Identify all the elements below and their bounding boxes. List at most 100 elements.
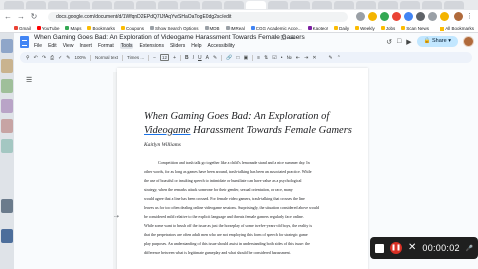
bookmark-item[interactable]: Kaoteo!	[307, 26, 328, 31]
bookmark-item[interactable]: YouTube	[36, 26, 59, 31]
bookmark-item[interactable]: Gmail	[14, 26, 31, 31]
menu-edit[interactable]: Edit	[48, 43, 57, 49]
browser-tab[interactable]	[180, 1, 200, 9]
spellcheck-icon[interactable]: ✓	[58, 55, 62, 61]
share-button[interactable]: 🔒 Share ▾	[416, 36, 458, 47]
collapse-toolbar-icon[interactable]: ⌃	[337, 55, 341, 61]
paint-format-icon[interactable]: ✎	[66, 55, 70, 61]
browser-tab[interactable]	[202, 1, 222, 9]
extension-icon[interactable]	[440, 12, 449, 21]
bookmark-item[interactable]: Weekly	[355, 26, 375, 31]
menu-sliders[interactable]: Sliders	[170, 43, 185, 49]
increase-font-icon[interactable]: +	[173, 55, 176, 61]
address-bar[interactable]: docs.google.com/document/d/1WfqnD2EPdQ7I…	[48, 12, 348, 22]
desktop-thumbnail[interactable]	[1, 139, 13, 153]
desktop-thumbnail[interactable]	[1, 79, 13, 93]
profile-icon[interactable]	[454, 12, 463, 21]
bookmark-item[interactable]: Scan News	[401, 26, 429, 31]
redo-icon[interactable]: ↷	[42, 55, 46, 61]
browser-tab[interactable]	[400, 1, 420, 9]
menu-help[interactable]: Help	[191, 43, 201, 49]
menu-accessibility[interactable]: Accessibility	[208, 43, 235, 49]
link-icon[interactable]: 🔗	[226, 55, 232, 61]
bookmark-item[interactable]: Jobs	[380, 26, 395, 31]
bookmark-item[interactable]: Coupons	[120, 26, 144, 31]
browser-tab[interactable]	[312, 1, 332, 9]
document-page[interactable]: When Gaming Goes Bad: An Exploration of …	[117, 68, 368, 269]
pause-recording-button[interactable]: ❚❚	[390, 242, 402, 254]
text-color-icon[interactable]: A	[206, 55, 209, 61]
print-icon[interactable]: ⎙	[50, 55, 54, 61]
checklist-icon[interactable]: ☑	[272, 55, 276, 61]
menu-tools[interactable]: Tools	[119, 43, 134, 49]
browser-tab[interactable]	[92, 1, 112, 9]
microphone-icon[interactable]: 🎤	[466, 245, 473, 252]
bulleted-list-icon[interactable]: •	[281, 55, 283, 61]
close-recording-button[interactable]: ✕	[408, 242, 416, 254]
undo-icon[interactable]: ↶	[34, 55, 38, 61]
menu-insert[interactable]: Insert	[79, 43, 92, 49]
numbered-list-icon[interactable]: №	[287, 55, 292, 61]
browser-tab[interactable]	[26, 1, 46, 9]
bold-icon[interactable]: B	[185, 55, 189, 61]
video-call-icon[interactable]: ▶	[406, 38, 411, 46]
decrease-font-icon[interactable]: −	[153, 55, 156, 61]
heading-spellcheck-word[interactable]: Videogame	[144, 125, 190, 136]
browser-tab[interactable]	[136, 1, 156, 9]
extension-icon[interactable]	[392, 12, 401, 21]
align-icon[interactable]: ≡	[257, 55, 260, 61]
browser-tab[interactable]	[224, 1, 244, 9]
move-folder-icon[interactable]: ◫	[280, 34, 286, 41]
menu-extensions[interactable]: Extensions	[139, 43, 163, 49]
menu-dots-icon[interactable]: ⋮	[466, 12, 475, 21]
browser-tab[interactable]	[4, 1, 24, 9]
menu-view[interactable]: View	[63, 43, 74, 49]
forward-icon[interactable]: →	[16, 12, 26, 22]
style-select[interactable]: Normal text	[95, 55, 118, 60]
browser-tab[interactable]	[158, 1, 178, 9]
menu-file[interactable]: File	[34, 43, 42, 49]
browser-tab[interactable]	[114, 1, 134, 9]
browser-tab[interactable]	[290, 1, 310, 9]
extension-icon[interactable]	[368, 12, 377, 21]
browser-tab[interactable]	[268, 1, 288, 9]
extension-icon[interactable]	[428, 12, 437, 21]
zoom-select[interactable]: 100%	[75, 55, 87, 60]
desktop-thumbnail[interactable]	[1, 99, 13, 113]
desktop-app-icon[interactable]	[1, 229, 13, 243]
comment-icon[interactable]: □	[236, 55, 239, 61]
clear-formatting-icon[interactable]: ✕	[312, 55, 316, 61]
desktop-thumbnail[interactable]	[1, 39, 13, 53]
browser-tab[interactable]	[378, 1, 398, 9]
browser-tab-active[interactable]	[246, 1, 266, 9]
extension-icon[interactable]	[404, 12, 413, 21]
extension-icon[interactable]	[416, 12, 425, 21]
highlight-icon[interactable]: ✎	[213, 55, 217, 61]
docs-logo-icon[interactable]	[20, 36, 29, 48]
avatar[interactable]	[463, 36, 474, 47]
star-icon[interactable]: ☆	[272, 34, 277, 41]
browser-tab[interactable]	[70, 1, 90, 9]
bookmark-item[interactable]: CGG Academic Acce...	[250, 26, 302, 31]
bookmark-item[interactable]: MDB	[204, 26, 220, 31]
font-select[interactable]: Times ...	[127, 55, 144, 60]
browser-tab[interactable]	[422, 1, 442, 9]
line-spacing-icon[interactable]: ⇅	[264, 55, 268, 61]
font-size-field[interactable]: 12	[160, 54, 170, 61]
desktop-app-icon[interactable]	[1, 199, 13, 213]
all-bookmarks[interactable]: All Bookmarks	[440, 24, 474, 32]
underline-icon[interactable]: U	[198, 55, 202, 61]
desktop-thumbnail[interactable]	[1, 59, 13, 73]
browser-tab[interactable]	[334, 1, 354, 9]
history-icon[interactable]: ↺	[386, 38, 392, 46]
italic-icon[interactable]: I	[193, 55, 194, 61]
indent-increase-icon[interactable]: ⇥	[304, 55, 308, 61]
document-outline-icon[interactable]: ☰	[26, 76, 32, 84]
image-icon[interactable]: ▣	[243, 55, 248, 61]
bookmark-item[interactable]: Maps	[65, 26, 81, 31]
editing-mode-icon[interactable]: ✎	[329, 55, 333, 61]
menu-format[interactable]: Format	[98, 43, 114, 49]
search-menus-icon[interactable]: ⚲	[26, 55, 30, 61]
document-title[interactable]: When Gaming Goes Bad: An Exploration of …	[34, 34, 305, 41]
comments-icon[interactable]: □	[397, 38, 401, 45]
